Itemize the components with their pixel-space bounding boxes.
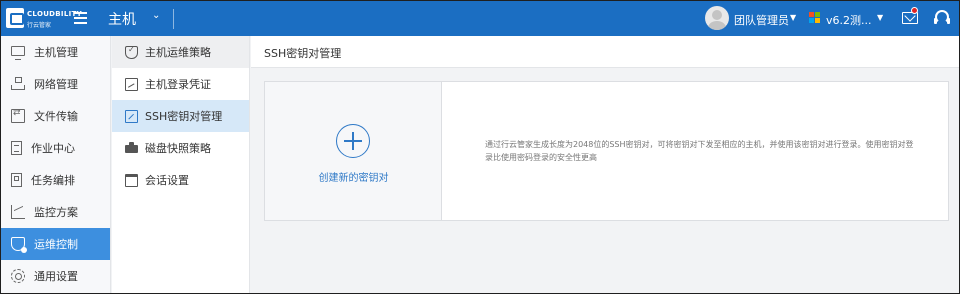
task-icon [11, 141, 22, 155]
content-header: SSH密钥对管理 [251, 36, 959, 68]
key-icon [125, 109, 138, 123]
page-title: SSH密钥对管理 [264, 47, 342, 60]
create-keypair-button[interactable]: 创建新的密钥对 [265, 82, 442, 220]
disk-icon [125, 141, 138, 155]
sidebar-item-label: 监控方案 [34, 206, 78, 219]
submenu: 主机运维策略 主机登录凭证 SSH密钥对管理 磁盘快照策略 会话设置 [112, 36, 250, 293]
sidebar-item-job-center[interactable]: 作业中心 [1, 132, 110, 164]
headset-icon[interactable] [934, 10, 950, 24]
sidebar-item-label: 主机管理 [34, 46, 78, 59]
sidebar-item-host-management[interactable]: 主机管理 [1, 36, 110, 68]
submenu-item-host-ops-policy[interactable]: 主机运维策略 [112, 36, 249, 68]
sidebar-item-label: 网络管理 [34, 78, 78, 91]
logo-mark-icon [6, 8, 24, 28]
plus-circle-icon [336, 124, 370, 158]
menu-toggle-icon[interactable] [74, 12, 87, 24]
app-window: CLOUDBILITY 行云管家 主机 ⌄ 团队管理员 ▼ v6.2测... ▼… [0, 0, 960, 294]
team-selector[interactable]: v6.2测... [826, 12, 872, 28]
sidebar-item-monitoring[interactable]: 监控方案 [1, 196, 110, 228]
ssh-key-card: 创建新的密钥对 通过行云管家生成长度为2048位的SSH密钥对，可将密钥对下发至… [264, 81, 949, 221]
submenu-item-label: 主机运维策略 [145, 46, 211, 59]
sidebar-item-label: 通用设置 [34, 270, 78, 283]
sidebar-item-ops-control[interactable]: 运维控制 [1, 228, 110, 260]
avatar[interactable] [705, 6, 729, 30]
notification-badge [911, 7, 918, 14]
user-caret-icon[interactable]: ▼ [790, 13, 796, 22]
submenu-item-label: SSH密钥对管理 [145, 110, 223, 123]
login-credential-icon [125, 77, 138, 91]
windows-icon [809, 12, 821, 24]
sidebar-item-label: 文件传输 [34, 110, 78, 123]
sidebar-item-label: 运维控制 [34, 238, 78, 251]
schedule-icon [11, 173, 22, 187]
submenu-item-ssh-keys[interactable]: SSH密钥对管理 [112, 100, 249, 132]
module-title[interactable]: 主机 [108, 9, 136, 29]
submenu-item-session-settings[interactable]: 会话设置 [112, 164, 249, 196]
brand-subtitle: 行云管家 [27, 22, 52, 29]
sidebar-item-file-transfer[interactable]: 文件传输 [1, 100, 110, 132]
sidebar: 主机管理 网络管理 文件传输 作业中心 任务编排 监控方案 运维控制 通用设置 [1, 36, 111, 293]
shield-check-icon [125, 45, 138, 59]
gear-icon [11, 269, 25, 283]
create-keypair-label: 创建新的密钥对 [318, 173, 389, 184]
sidebar-item-label: 任务编排 [31, 174, 75, 187]
sidebar-item-network-management[interactable]: 网络管理 [1, 68, 110, 100]
team-caret-icon[interactable]: ▼ [877, 13, 883, 22]
submenu-item-label: 会话设置 [145, 174, 189, 187]
description-text: 通过行云管家生成长度为2048位的SSH密钥对，可将密钥对下发至相应的主机，并使… [485, 140, 914, 162]
logo[interactable]: CLOUDBILITY 行云管家 [6, 6, 82, 30]
sidebar-item-label: 作业中心 [31, 142, 75, 155]
sidebar-item-general-settings[interactable]: 通用设置 [1, 260, 110, 292]
chart-icon [11, 205, 25, 219]
submenu-item-disk-snapshot[interactable]: 磁盘快照策略 [112, 132, 249, 164]
shield-icon [11, 237, 27, 253]
submenu-item-login-credentials[interactable]: 主机登录凭证 [112, 68, 249, 100]
monitor-icon [11, 45, 25, 60]
window-icon [125, 173, 138, 187]
top-bar: CLOUDBILITY 行云管家 主机 ⌄ 团队管理员 ▼ v6.2测... ▼ [1, 1, 959, 36]
submenu-item-label: 主机登录凭证 [145, 78, 211, 91]
file-transfer-icon [11, 108, 25, 123]
network-icon [11, 77, 25, 91]
main-content: 创建新的密钥对 通过行云管家生成长度为2048位的SSH密钥对，可将密钥对下发至… [251, 69, 959, 293]
submenu-item-label: 磁盘快照策略 [145, 142, 211, 155]
header-divider [173, 9, 174, 29]
chevron-down-icon[interactable]: ⌄ [152, 10, 160, 21]
user-name[interactable]: 团队管理员 [734, 12, 789, 28]
sidebar-item-task-orchestration[interactable]: 任务编排 [1, 164, 110, 196]
